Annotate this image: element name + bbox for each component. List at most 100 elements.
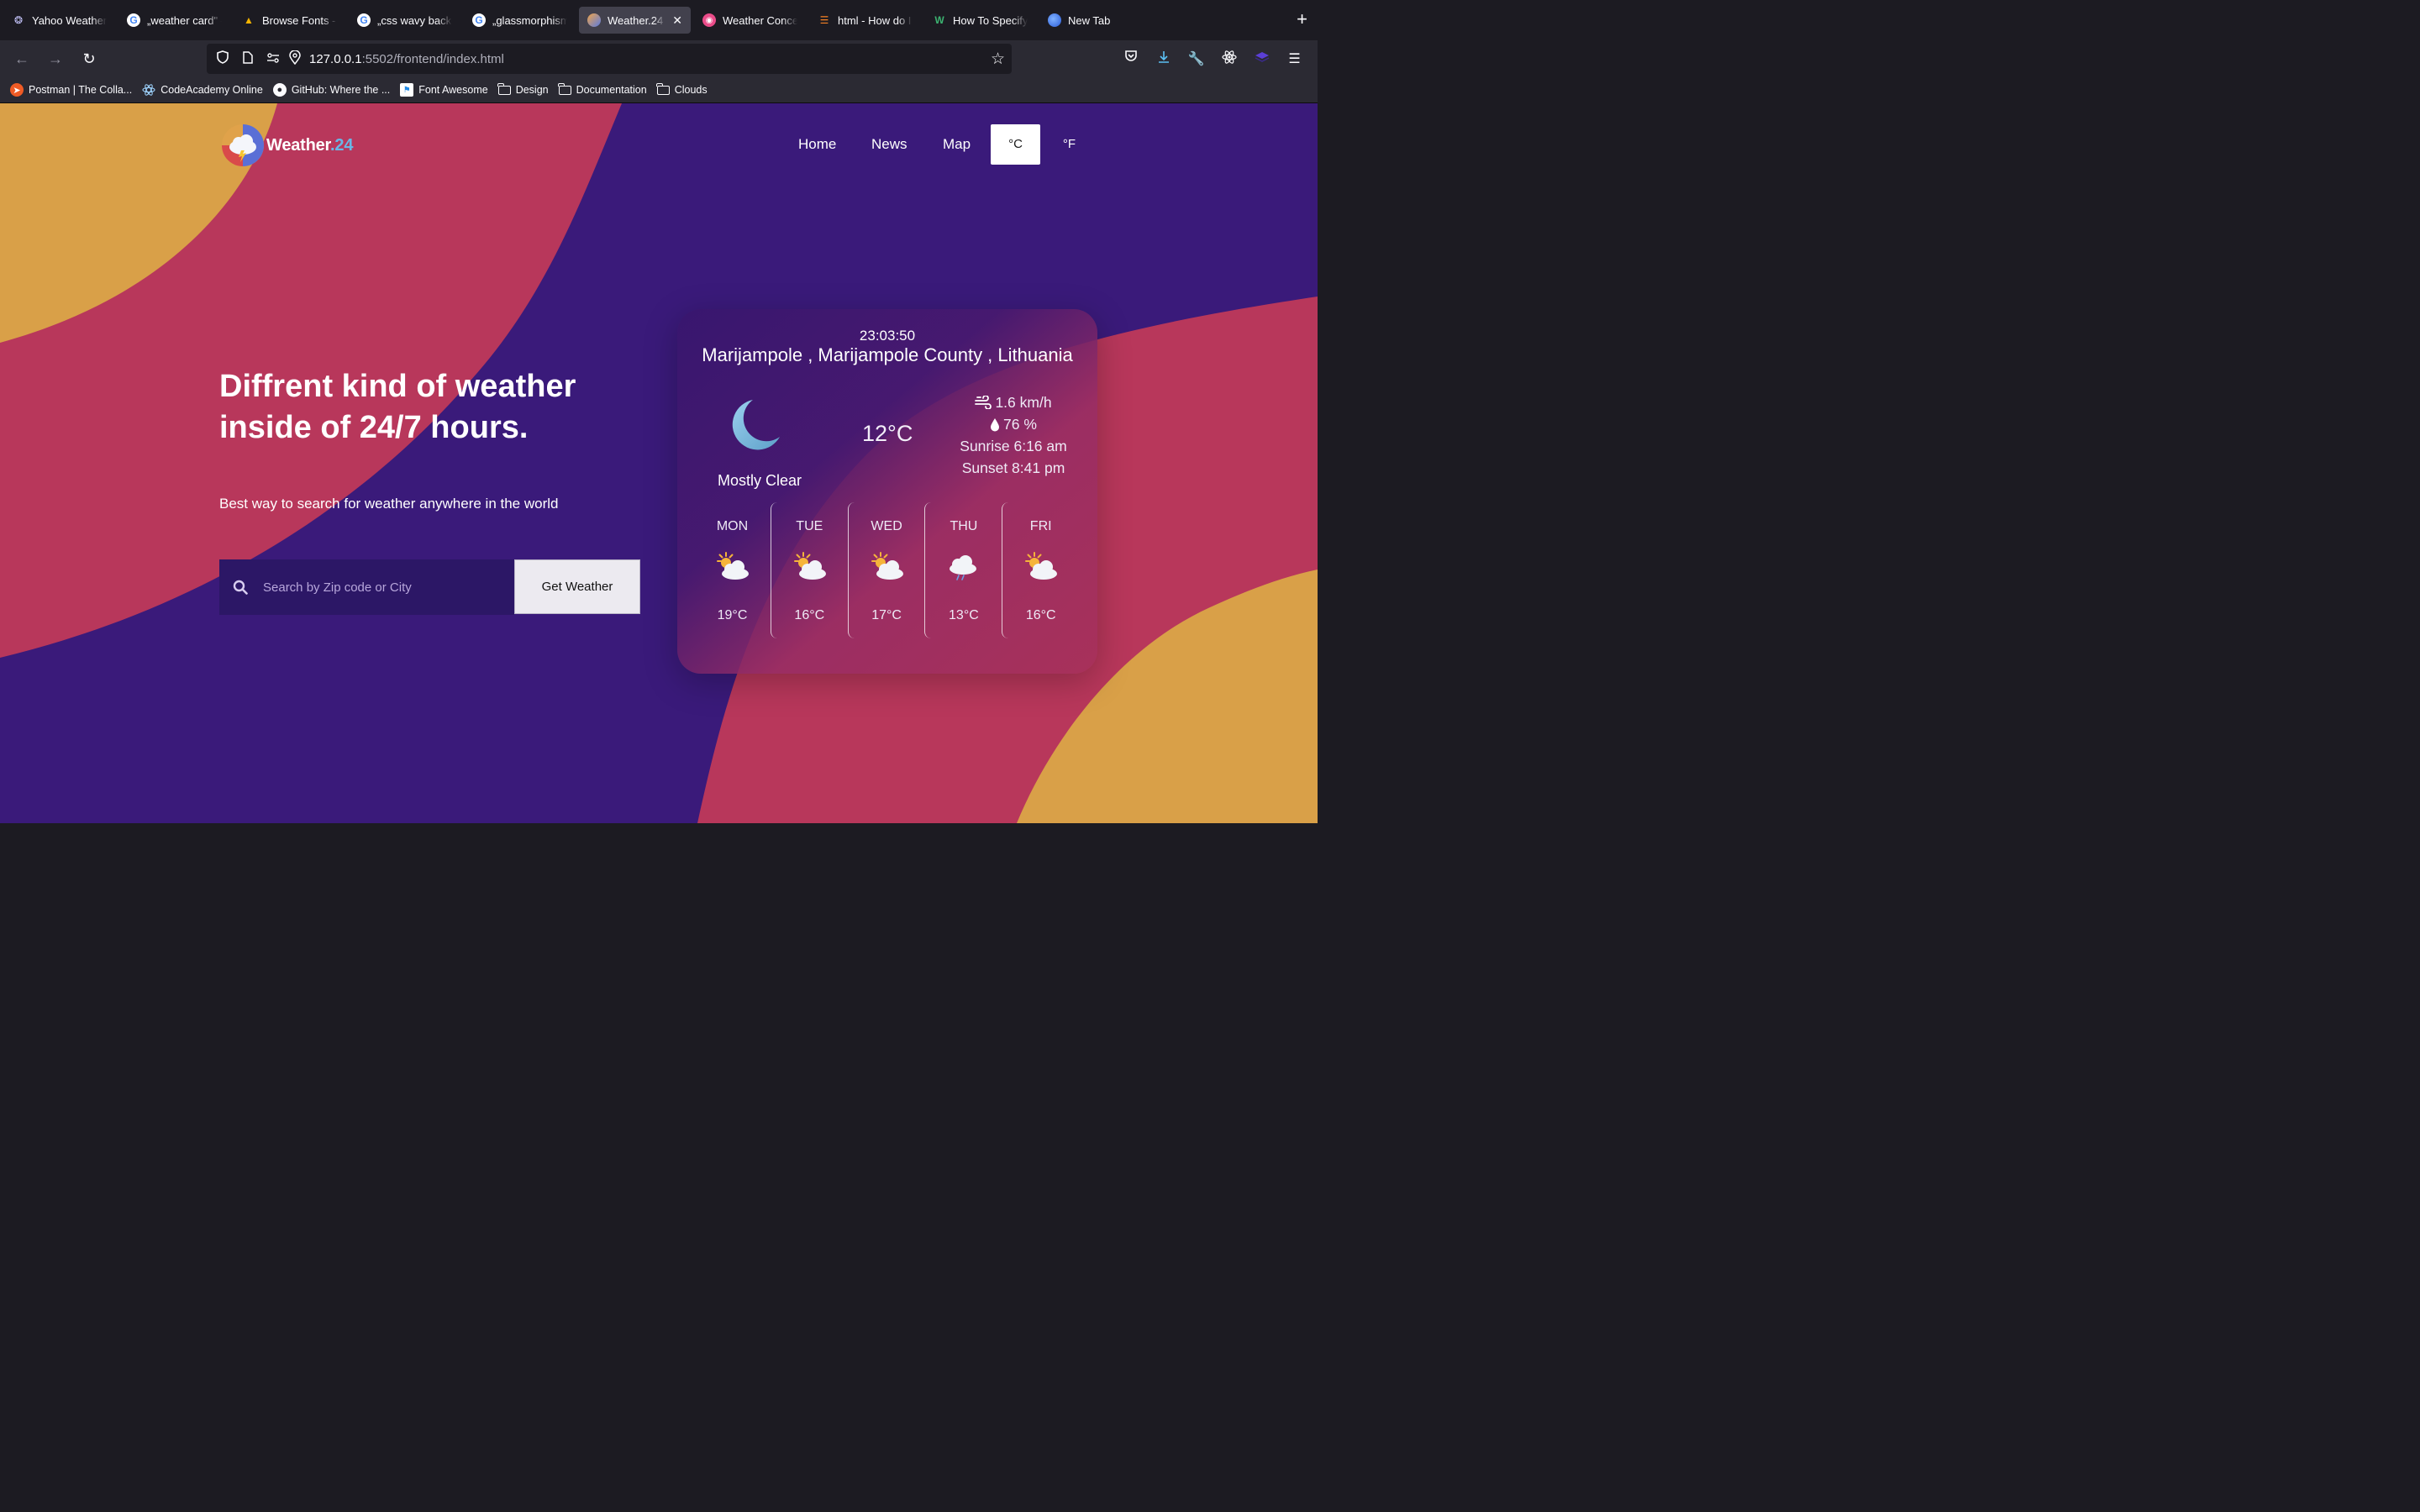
bookmark-label: GitHub: Where the ... (291, 84, 391, 96)
forecast-day: TUE 16°C (770, 502, 848, 638)
nav-link-news[interactable]: News (871, 124, 908, 165)
tab-title: html - How do I au (838, 13, 913, 27)
tab-title: New Tab (1068, 13, 1111, 27)
location-text: Marijampole , Marijampole County , Lithu… (702, 344, 1073, 365)
w3-icon: W (934, 14, 944, 26)
google-icon: G (472, 13, 486, 27)
search-input[interactable] (261, 579, 500, 596)
celsius-button[interactable]: °C (991, 124, 1040, 165)
browser-tab[interactable]: W How To Specify Ty (924, 7, 1036, 34)
tab-title: Browse Fonts - Go (262, 13, 337, 27)
humidity-row: 76 % (946, 413, 1081, 435)
react-devtools-icon[interactable] (1213, 50, 1245, 68)
forward-arrow-icon[interactable]: → (39, 50, 72, 68)
folder-icon (558, 82, 571, 95)
forecast-day-name: WED (871, 519, 902, 533)
tab-title: „glassmorphism w (492, 13, 567, 27)
bookmark-label: CodeAcademy Online (160, 84, 263, 96)
browser-tab[interactable]: ❂ Yahoo Weather AP (3, 7, 115, 34)
tab-title: „css wavy backgro (377, 13, 452, 27)
sunset-text: Sunset 8:41 pm (961, 459, 1065, 476)
rain-cloud-icon (950, 555, 977, 580)
close-icon[interactable]: ✕ (672, 13, 682, 28)
partly-cloudy-icon (793, 552, 826, 580)
tab-title: Yahoo Weather AP (32, 13, 107, 27)
bookmark-label: Design (515, 84, 549, 96)
forecast-row: MON 19°C TUE 16°C WED 17°C THU 13°C FRI … (694, 502, 1079, 638)
tab-title: „weather card" – „ (147, 13, 222, 27)
url-host: 127.0.0.1 (309, 51, 362, 66)
yahoo-octopus-icon: ❂ (13, 14, 24, 26)
url-text[interactable]: 127.0.0.1:5502/frontend/index.html (309, 52, 504, 66)
weather-logo-icon (222, 124, 264, 166)
search-box (219, 559, 514, 615)
tab-title: Weather Conceptu (723, 13, 797, 27)
partly-cloudy-icon (717, 552, 749, 580)
hero-title: Diffrent kind of weather inside of 24/7 … (219, 369, 576, 445)
tab-title: How To Specify Ty (953, 13, 1028, 27)
forecast-day: FRI 16°C (1002, 502, 1079, 638)
back-arrow-icon[interactable]: ← (5, 50, 39, 68)
browser-tab-active[interactable]: Weather.24 - be ✕ (579, 7, 691, 34)
dribbble-icon: ◉ (702, 13, 716, 27)
bookmark-folder-clouds[interactable]: Clouds (656, 82, 708, 96)
extension-layers-icon[interactable] (1245, 51, 1278, 67)
font-awesome-icon: ⚑ (400, 83, 414, 97)
forecast-temp: 19°C (717, 608, 748, 622)
browser-tab[interactable]: New Tab (1039, 7, 1151, 34)
forecast-temp: 16°C (1025, 608, 1056, 622)
menu-icon[interactable]: ☰ (1278, 50, 1311, 67)
forecast-day: THU 13°C (924, 502, 1002, 638)
weather24-icon (587, 13, 601, 27)
page-icon[interactable] (235, 50, 260, 67)
browser-tab[interactable]: ▲ Browse Fonts - Go (234, 7, 345, 34)
url-bar[interactable]: 127.0.0.1:5502/frontend/index.html ☆ (207, 44, 1012, 74)
nav-link-home[interactable]: Home (798, 124, 836, 165)
forecast-day-name: MON (716, 519, 749, 533)
bookmark-font-awesome[interactable]: ⚑ Font Awesome (400, 83, 488, 97)
wind-row: 1.6 km/h (946, 391, 1081, 413)
bookmark-codeacademy[interactable]: CodeAcademy Online (142, 83, 263, 97)
forecast-day: WED 17°C (847, 502, 925, 638)
water-drop-icon (991, 417, 1000, 431)
bookmark-github[interactable]: ● GitHub: Where the ... (272, 83, 391, 97)
humidity-value: 76 % (1003, 416, 1037, 433)
weather-details: 1.6 km/h 76 % Sunrise 6:16 am Sunset 8:4… (946, 391, 1081, 479)
logo-name: Weather (266, 135, 331, 155)
navigation-toolbar: ← → ↻ 127.0.0.1:5502/frontend/index.html… (0, 40, 1318, 77)
react-icon (142, 83, 155, 97)
shield-icon[interactable] (210, 50, 235, 67)
wind-speed: 1.6 km/h (995, 394, 1052, 411)
wrench-icon[interactable]: 🔧 (1180, 50, 1213, 67)
google-icon: G (357, 13, 371, 27)
browser-tab[interactable]: ◉ Weather Conceptu (694, 7, 806, 34)
bookmark-postman[interactable]: ➤ Postman | The Colla... (10, 83, 132, 97)
firefox-icon (1048, 13, 1061, 27)
plus-icon[interactable]: + (1297, 10, 1307, 29)
reload-icon[interactable]: ↻ (72, 50, 106, 68)
permissions-icon[interactable] (260, 52, 286, 66)
browser-tab[interactable]: G „weather card" – „ (118, 7, 230, 34)
browser-tab[interactable]: G „css wavy backgro (349, 7, 460, 34)
browser-tab[interactable]: G „glassmorphism w (464, 7, 576, 34)
bookmark-star-icon[interactable]: ☆ (991, 50, 1005, 69)
bookmark-folder-design[interactable]: Design (497, 82, 549, 96)
sunrise-text: Sunrise 6:16 am (960, 438, 1067, 454)
postman-icon: ➤ (10, 83, 24, 97)
forecast-temp: 13°C (949, 608, 979, 622)
google-fonts-icon: ▲ (244, 14, 254, 26)
forecast-temp: 17°C (871, 608, 902, 622)
logo-suffix: .24 (330, 135, 354, 155)
site-logo[interactable]: Weather.24 (221, 123, 353, 167)
pocket-icon[interactable] (1114, 50, 1147, 67)
bookmark-folder-documentation[interactable]: Documentation (558, 82, 647, 96)
fahrenheit-button[interactable]: °F (1044, 124, 1094, 165)
browser-tab[interactable]: ☰ html - How do I au (809, 7, 921, 34)
hero-subtitle: Best way to search for weather anywhere … (219, 496, 559, 512)
get-weather-button[interactable]: Get Weather (514, 559, 640, 614)
location-pin-icon[interactable] (286, 49, 304, 68)
nav-link-map[interactable]: Map (943, 124, 971, 165)
toolbar-right: 🔧 ☰ (1114, 40, 1311, 77)
moon-icon (732, 400, 780, 450)
download-icon[interactable] (1147, 50, 1180, 68)
